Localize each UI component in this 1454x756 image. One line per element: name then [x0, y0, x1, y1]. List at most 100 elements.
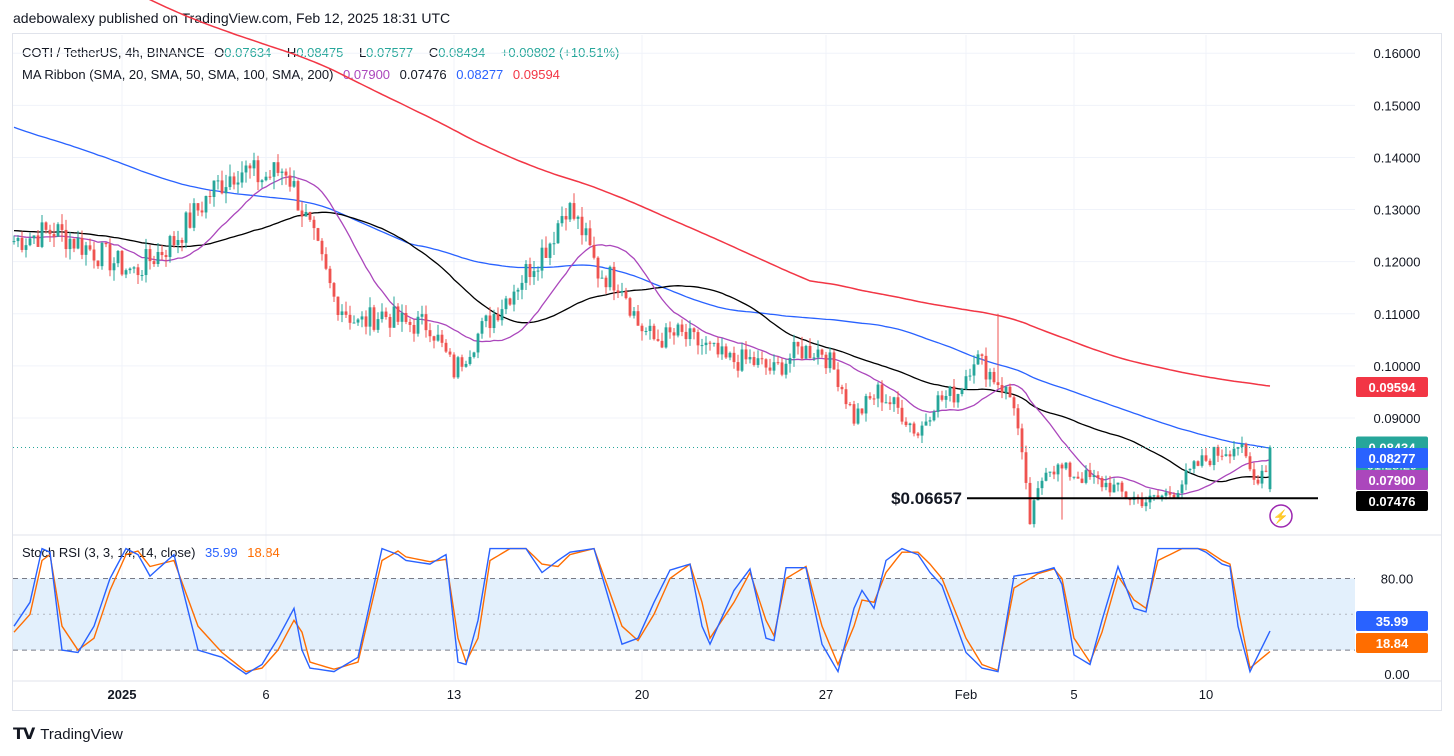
candle	[24, 238, 28, 258]
candle	[500, 299, 504, 326]
candle	[1180, 480, 1184, 499]
candle	[760, 351, 764, 365]
candle	[384, 307, 388, 320]
candle-body	[428, 330, 432, 337]
candle	[136, 263, 140, 285]
candle-body	[728, 352, 732, 358]
candle-body	[740, 349, 744, 371]
candle	[608, 265, 612, 291]
candle	[156, 243, 160, 267]
candle-body	[36, 235, 40, 247]
candle-body	[60, 224, 64, 230]
candle-body	[264, 176, 268, 181]
candle-body	[120, 250, 124, 275]
candle-body	[680, 324, 684, 332]
candle	[880, 380, 884, 412]
candle	[388, 313, 392, 338]
candle	[624, 287, 628, 300]
chart-frame: adebowalexy published on TradingView.com…	[0, 0, 1454, 756]
candle	[872, 394, 876, 405]
candle	[824, 351, 828, 374]
candle	[848, 402, 852, 407]
candle	[912, 421, 916, 437]
tradingview-brand[interactable]: TradingView	[40, 726, 123, 743]
candle	[1240, 436, 1244, 454]
candle-body	[1164, 492, 1168, 496]
candle-body	[240, 172, 244, 183]
candle-body	[868, 396, 872, 399]
candle	[140, 269, 144, 281]
candle	[272, 162, 276, 190]
candle-body	[1088, 470, 1092, 478]
candle	[184, 211, 188, 249]
ma100-price-tag-text: 0.08277	[1369, 451, 1416, 466]
candle	[380, 303, 384, 323]
candle	[1120, 480, 1124, 497]
candle-body	[624, 291, 628, 299]
candle-body	[880, 384, 884, 403]
candle	[112, 257, 116, 281]
chart-canvas[interactable]: $0.06657 ⚡ 0.16000 0.15000 0.14000 0.13000 0.1…	[0, 0, 1454, 756]
candle-body	[192, 203, 196, 228]
candle	[972, 355, 976, 384]
candle-body	[340, 311, 344, 315]
candle-body	[128, 268, 132, 271]
candle-body	[824, 354, 828, 369]
candle	[1192, 460, 1196, 474]
candle-body	[424, 314, 428, 331]
candle-body	[460, 357, 464, 367]
candle-body	[332, 283, 336, 297]
candle-body	[640, 325, 644, 332]
candle-body	[1064, 462, 1068, 469]
candle	[572, 193, 576, 221]
ma20-price-tag-text: 0.07900	[1369, 473, 1416, 488]
candle	[656, 329, 660, 342]
candle-body	[76, 237, 80, 249]
candle-body	[960, 389, 964, 395]
candle-body	[984, 355, 988, 380]
candle-body	[160, 251, 164, 256]
candle	[216, 174, 220, 190]
candle	[1032, 498, 1036, 528]
candle-body	[1052, 471, 1056, 475]
candle	[408, 318, 412, 333]
candle-body	[1252, 469, 1256, 480]
candle	[852, 400, 856, 426]
candle-body	[636, 311, 640, 326]
candle-body	[1180, 484, 1184, 494]
candle-body	[756, 358, 760, 365]
candle-body	[468, 356, 472, 364]
time-axis-label: 13	[447, 687, 461, 702]
candle	[132, 266, 136, 274]
candle	[940, 390, 944, 402]
candle-body	[648, 325, 652, 332]
candle-body	[360, 316, 364, 320]
candle-body	[840, 386, 844, 390]
candle-body	[604, 277, 608, 288]
time-axis-label: 5	[1070, 687, 1077, 702]
candle-body	[692, 328, 696, 333]
candle-body	[24, 245, 28, 250]
candle-body	[232, 176, 236, 185]
candle	[352, 315, 356, 324]
candle	[740, 342, 744, 372]
candle	[292, 170, 296, 188]
candle-body	[448, 351, 452, 355]
candle-body	[168, 236, 172, 258]
candle-body	[280, 171, 284, 173]
candle-body	[348, 314, 352, 323]
candle-body	[904, 421, 908, 426]
candle-body	[12, 241, 16, 243]
candle	[1220, 449, 1224, 461]
candle-body	[548, 243, 552, 258]
candle-body	[1196, 461, 1200, 466]
candle	[316, 227, 320, 242]
candle-body	[768, 367, 772, 371]
candle	[768, 358, 772, 375]
candle-body	[616, 290, 620, 293]
candle-body	[208, 195, 212, 197]
candle-body	[972, 364, 976, 376]
candle	[996, 313, 1000, 389]
candle-body	[988, 371, 992, 380]
candle	[372, 304, 376, 332]
